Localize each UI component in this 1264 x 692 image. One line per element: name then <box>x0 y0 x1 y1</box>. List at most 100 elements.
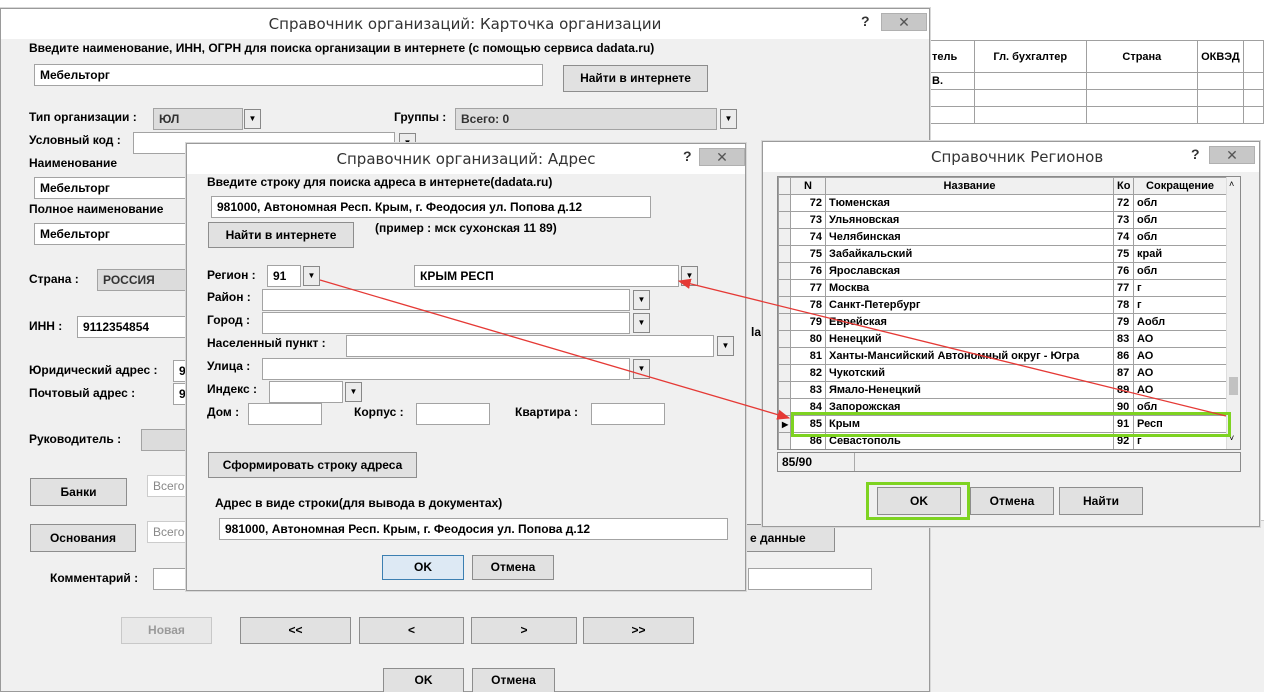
region-row[interactable]: 73 Ульяновская 73 обл <box>778 211 1227 229</box>
row-selector[interactable] <box>778 313 791 331</box>
name-input[interactable]: Мебельторг <box>34 177 194 199</box>
address-result-input[interactable]: 981000, Автономная Респ. Крым, г. Феодос… <box>219 518 728 540</box>
region-abbr: АО <box>1133 364 1227 382</box>
chevron-down-icon[interactable]: ▼ <box>633 313 650 333</box>
org-type-select[interactable]: ЮЛ <box>153 108 243 130</box>
city-input[interactable] <box>262 312 630 334</box>
district-input[interactable] <box>262 289 630 311</box>
row-selector[interactable] <box>778 262 791 280</box>
nav-first-button[interactable]: << <box>240 617 351 644</box>
vertical-scrollbar[interactable]: ˄ ˅ <box>1226 177 1240 449</box>
row-pointer-icon[interactable]: ▶ <box>778 415 791 433</box>
close-icon[interactable]: ✕ <box>881 13 927 31</box>
chevron-down-icon[interactable]: ▼ <box>681 266 698 286</box>
help-icon[interactable]: ? <box>683 148 692 164</box>
chevron-down-icon[interactable]: ▼ <box>303 266 320 286</box>
other-data-button[interactable]: е данные <box>745 524 835 552</box>
chevron-down-icon[interactable]: ▼ <box>720 109 737 129</box>
region-name: Ульяновская <box>825 211 1114 229</box>
new-button[interactable]: Новая <box>121 617 212 644</box>
row-selector[interactable] <box>778 398 791 416</box>
row-selector[interactable] <box>778 211 791 229</box>
row-selector[interactable] <box>778 347 791 365</box>
row-selector[interactable] <box>778 194 791 212</box>
chevron-down-icon[interactable]: ▼ <box>345 382 362 402</box>
column-header-abbr[interactable]: Сокращение <box>1133 177 1227 195</box>
fullname-input[interactable]: Мебельторг <box>34 223 194 245</box>
nav-last-button[interactable]: >> <box>583 617 694 644</box>
column-header-n[interactable]: N <box>790 177 826 195</box>
chevron-down-icon[interactable]: ▼ <box>633 359 650 379</box>
region-name-input[interactable]: КРЫМ РЕСП <box>414 265 679 287</box>
address-search-input[interactable]: 981000, Автономная Респ. Крым, г. Феодос… <box>211 196 651 218</box>
address-cancel-button[interactable]: Отмена <box>472 555 554 580</box>
region-row[interactable]: 82 Чукотский 87 АО <box>778 364 1227 382</box>
row-selector[interactable] <box>778 432 791 449</box>
inn-label: ИНН : <box>29 319 63 333</box>
form-address-button[interactable]: Сформировать строку адреса <box>208 452 417 478</box>
region-number: 76 <box>790 262 826 280</box>
settlement-input[interactable] <box>346 335 714 357</box>
row-selector[interactable] <box>778 279 791 297</box>
region-row[interactable]: 77 Москва 77 г <box>778 279 1227 297</box>
regions-dialog: Справочник Регионов ? ✕ N Название Ко Со… <box>762 141 1260 527</box>
inn-input[interactable]: 9112354854 <box>77 316 197 338</box>
country-select[interactable]: РОССИЯ <box>97 269 197 291</box>
groups-select[interactable]: Всего: 0 <box>455 108 717 130</box>
address-find-button[interactable]: Найти в интернете <box>208 222 354 248</box>
index-input[interactable] <box>269 381 343 403</box>
close-icon[interactable]: ✕ <box>1209 146 1255 164</box>
region-code-input[interactable]: 91 <box>267 265 301 287</box>
org-search-input[interactable]: Мебельторг <box>34 64 543 86</box>
row-selector[interactable] <box>778 296 791 314</box>
chevron-up-icon[interactable]: ˄ <box>1229 179 1234 189</box>
chevron-down-icon[interactable]: ▼ <box>244 109 261 129</box>
row-selector[interactable] <box>778 228 791 246</box>
row-selector[interactable] <box>778 364 791 382</box>
banks-button[interactable]: Банки <box>30 478 127 506</box>
org-cancel-button[interactable]: Отмена <box>472 668 555 692</box>
column-header-code[interactable]: Ко <box>1113 177 1134 195</box>
region-row[interactable]: 74 Челябинская 74 обл <box>778 228 1227 246</box>
region-number: 77 <box>790 279 826 297</box>
region-row[interactable]: 80 Ненецкий 83 АО <box>778 330 1227 348</box>
region-number: 82 <box>790 364 826 382</box>
row-selector[interactable] <box>778 245 791 263</box>
region-number: 74 <box>790 228 826 246</box>
org-find-button[interactable]: Найти в интернете <box>563 65 708 92</box>
nav-next-button[interactable]: > <box>471 617 577 644</box>
region-row[interactable]: 76 Ярославская 76 обл <box>778 262 1227 280</box>
region-name: Тюменская <box>825 194 1114 212</box>
row-selector[interactable] <box>778 381 791 399</box>
region-name: Москва <box>825 279 1114 297</box>
building-input[interactable] <box>416 403 490 425</box>
street-input[interactable] <box>262 358 630 380</box>
help-icon[interactable]: ? <box>1191 146 1200 162</box>
regions-find-button[interactable]: Найти <box>1059 487 1143 515</box>
region-row[interactable]: 81 Ханты-Мансийский Автономный округ - Юг… <box>778 347 1227 365</box>
address-ok-button[interactable]: OK <box>382 555 464 580</box>
bg-col-header: ОКВЭД <box>1197 40 1245 73</box>
region-row[interactable]: 79 Еврейская 79 Аобл <box>778 313 1227 331</box>
scrollbar-thumb[interactable] <box>1229 377 1238 395</box>
country-label: Страна : <box>29 272 79 286</box>
comment-input-tail[interactable] <box>748 568 872 590</box>
chevron-down-icon[interactable]: ▼ <box>633 290 650 310</box>
selected-row-highlight <box>791 412 1231 437</box>
nav-prev-button[interactable]: < <box>359 617 464 644</box>
row-selector[interactable] <box>778 330 791 348</box>
help-icon[interactable]: ? <box>861 13 870 29</box>
bases-button[interactable]: Основания <box>30 524 136 552</box>
column-header-name[interactable]: Название <box>825 177 1114 195</box>
record-counter: 85/90 <box>777 452 1241 472</box>
chevron-down-icon[interactable]: ▼ <box>717 336 734 356</box>
regions-cancel-button[interactable]: Отмена <box>970 487 1054 515</box>
region-row[interactable]: 75 Забайкальский 75 край <box>778 245 1227 263</box>
org-ok-button[interactable]: OK <box>383 668 464 692</box>
house-input[interactable] <box>248 403 322 425</box>
region-row[interactable]: 78 Санкт-Петербург 78 г <box>778 296 1227 314</box>
region-row[interactable]: 72 Тюменская 72 обл <box>778 194 1227 212</box>
region-row[interactable]: 83 Ямало-Ненецкий 89 АО <box>778 381 1227 399</box>
close-icon[interactable]: ✕ <box>699 148 745 166</box>
apartment-input[interactable] <box>591 403 665 425</box>
